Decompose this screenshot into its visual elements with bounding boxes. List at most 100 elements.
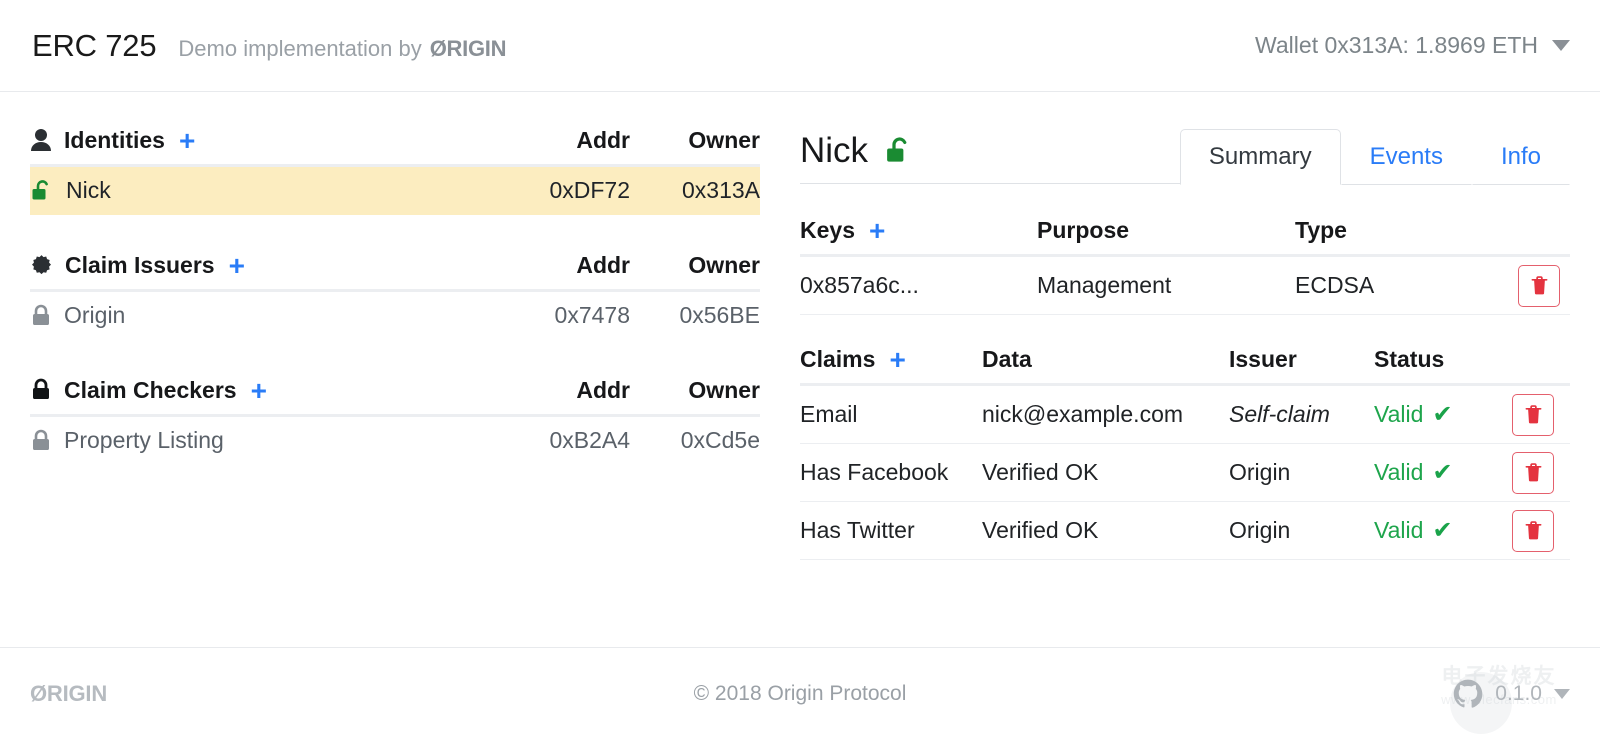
key-purpose: Management	[1037, 272, 1172, 298]
key-type: ECDSA	[1295, 272, 1375, 298]
keys-table: Keys + Purpose Type 0x857a6c... Manageme…	[800, 212, 1570, 315]
chevron-down-icon	[1552, 40, 1570, 51]
status-text: Valid	[1374, 517, 1424, 543]
claim-name: Has Twitter	[800, 517, 915, 543]
app-footer: ØRIGIN © 2018 Origin Protocol 0.1.0	[0, 647, 1600, 739]
keys-col-purpose: Purpose	[1037, 216, 1130, 243]
delete-claim-button[interactable]	[1512, 393, 1554, 436]
keys-table-header: Keys + Purpose Type	[800, 212, 1570, 257]
version-selector[interactable]: 0.1.0	[1453, 679, 1570, 709]
claim-data: Verified OK	[982, 459, 1099, 485]
claims-col-status: Status	[1374, 345, 1445, 372]
trash-icon	[1524, 462, 1543, 483]
identity-owner: 0x313A	[681, 177, 760, 203]
delete-key-button[interactable]	[1518, 264, 1560, 307]
claim-issuer-row-origin[interactable]: Origin 0x7478 0x56BE	[30, 292, 760, 340]
left-panel: Identities + Addr Owner Nick 0xDF72 0x31…	[0, 92, 790, 647]
unlock-icon-green	[30, 179, 54, 203]
claim-checker-addr: 0xB2A4	[549, 427, 630, 453]
identity-addr: 0xDF72	[549, 177, 630, 203]
brand-block: ERC 725 Demo implementation by ØRIGIN	[0, 28, 506, 64]
identities-col-owner: Owner	[688, 126, 760, 153]
delete-claim-button[interactable]	[1512, 451, 1554, 494]
delete-claim-button[interactable]	[1512, 509, 1554, 552]
identities-section: Identities + Addr Owner Nick 0xDF72 0x31…	[30, 120, 760, 215]
unlock-icon-green	[884, 136, 914, 166]
claim-checkers-title: Claim Checkers	[64, 376, 237, 403]
claim-checker-owner: 0xCd5e	[680, 427, 760, 453]
status-text: Valid	[1374, 459, 1424, 485]
claim-issuer-name-label: Origin	[64, 302, 126, 328]
claim-issuer-owner: 0x56BE	[679, 302, 760, 328]
github-icon	[1453, 679, 1483, 709]
add-claim-checker-button[interactable]: +	[251, 377, 267, 405]
summary-panel: Keys + Purpose Type 0x857a6c... Manageme…	[800, 184, 1570, 560]
claim-data: Verified OK	[982, 517, 1099, 543]
tab-summary[interactable]: Summary	[1179, 129, 1341, 185]
lock-icon-gray	[30, 429, 52, 453]
identities-title: Identities	[64, 126, 165, 153]
lock-icon-gray	[30, 304, 52, 328]
wallet-selector[interactable]: Wallet 0x313A: 1.8969 ETH	[1255, 32, 1600, 59]
claim-name: Has Facebook	[800, 459, 949, 485]
tab-events[interactable]: Events	[1340, 129, 1472, 185]
trash-icon	[1530, 275, 1549, 296]
right-panel: Nick Summary Events Info Keys + Purpose …	[790, 92, 1600, 647]
origin-logo-text: ØRIGIN	[429, 35, 507, 61]
add-claim-button[interactable]: +	[889, 346, 905, 374]
claim-checkers-section: Claim Checkers + Addr Owner Property Lis…	[30, 370, 760, 465]
identity-detail-title: Nick	[800, 131, 1180, 184]
claim-issuers-col-addr: Addr	[576, 251, 630, 278]
section-spacer-2	[30, 344, 760, 370]
key-value: 0x857a6c...	[800, 272, 919, 298]
claim-issuer: Self-claim	[1229, 401, 1330, 427]
lock-icon-black	[30, 378, 52, 402]
tables-spacer	[800, 315, 1570, 341]
claim-row-has-facebook: Has Facebook Verified OK Origin Valid ✔	[800, 444, 1570, 502]
identity-detail-header: Nick Summary Events Info	[800, 112, 1570, 185]
identities-header: Identities + Addr Owner	[30, 120, 760, 167]
claim-issuers-col-owner: Owner	[688, 251, 760, 278]
add-key-button[interactable]: +	[869, 217, 885, 245]
claim-data: nick@example.com	[982, 401, 1184, 427]
check-icon: ✔	[1432, 458, 1453, 486]
claim-name: Email	[800, 401, 858, 427]
claim-checker-row-property-listing[interactable]: Property Listing 0xB2A4 0xCd5e	[30, 417, 760, 465]
copyright-text: © 2018 Origin Protocol	[693, 681, 907, 705]
claim-issuer-addr: 0x7478	[554, 302, 630, 328]
check-icon: ✔	[1432, 516, 1453, 544]
trash-icon	[1524, 404, 1543, 425]
app-header: ERC 725 Demo implementation by ØRIGIN Wa…	[0, 0, 1600, 92]
trash-icon	[1524, 520, 1543, 541]
add-identity-button[interactable]: +	[179, 127, 195, 155]
version-label: 0.1.0	[1495, 681, 1542, 705]
chevron-down-icon	[1554, 688, 1570, 699]
status-badge: Valid ✔	[1374, 517, 1453, 544]
identity-row-nick[interactable]: Nick 0xDF72 0x313A	[30, 167, 760, 215]
claim-checkers-col-owner: Owner	[688, 376, 760, 403]
claim-row-has-twitter: Has Twitter Verified OK Origin Valid ✔	[800, 502, 1570, 560]
claims-col-data: Data	[982, 345, 1032, 372]
claims-table-header: Claims + Data Issuer Status	[800, 341, 1570, 386]
header-subtitle: Demo implementation by ØRIGIN	[178, 36, 506, 62]
check-icon: ✔	[1432, 400, 1453, 428]
status-badge: Valid ✔	[1374, 459, 1453, 486]
detail-tabs: Summary Events Info	[1179, 112, 1570, 185]
keys-col-type: Type	[1295, 216, 1347, 243]
identity-name-label: Nick	[66, 177, 111, 203]
claim-issuer: Origin	[1229, 517, 1291, 543]
certificate-icon	[30, 254, 53, 277]
tab-info[interactable]: Info	[1471, 129, 1570, 185]
claim-issuers-section: Claim Issuers + Addr Owner Origin 0x7478…	[30, 245, 760, 340]
identities-col-addr: Addr	[576, 126, 630, 153]
status-badge: Valid ✔	[1374, 401, 1453, 428]
page-title: ERC 725	[32, 27, 157, 63]
main-content: Identities + Addr Owner Nick 0xDF72 0x31…	[0, 92, 1600, 647]
claim-checkers-header: Claim Checkers + Addr Owner	[30, 370, 760, 417]
footer-origin-logo: ØRIGIN	[30, 680, 108, 706]
add-claim-issuer-button[interactable]: +	[229, 252, 245, 280]
keys-title: Keys	[800, 216, 855, 243]
key-row: 0x857a6c... Management ECDSA	[800, 257, 1570, 315]
claims-table: Claims + Data Issuer Status Email nick@e…	[800, 341, 1570, 560]
claim-checkers-col-addr: Addr	[576, 376, 630, 403]
